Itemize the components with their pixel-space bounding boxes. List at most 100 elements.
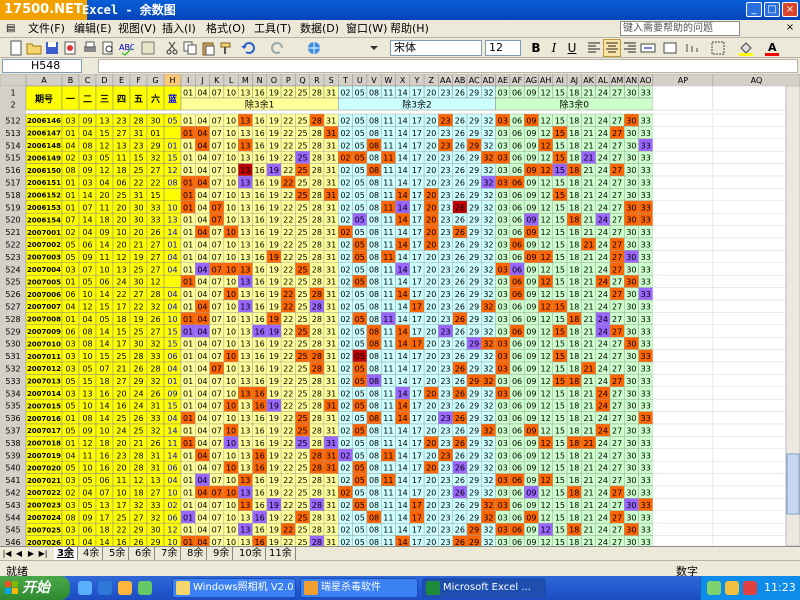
menu-format[interactable]: 格式(O)	[206, 22, 245, 36]
menu-view[interactable]: 视图(V)	[118, 22, 156, 36]
empty-cell[interactable]	[652, 163, 714, 177]
permission-icon[interactable]	[62, 40, 78, 56]
align-right-icon[interactable]	[622, 40, 638, 56]
empty-cell[interactable]	[652, 522, 714, 536]
align-left-icon[interactable]	[586, 40, 602, 56]
cut-icon[interactable]	[164, 40, 180, 56]
copy-icon[interactable]	[182, 40, 198, 56]
empty-cell[interactable]	[652, 150, 714, 164]
empty-cell[interactable]	[652, 324, 714, 338]
quicklaunch-app-icon[interactable]	[138, 581, 152, 595]
prev-sheet-icon[interactable]: ◀	[14, 547, 24, 560]
empty-cell[interactable]	[652, 436, 714, 450]
empty-cell[interactable]	[652, 349, 714, 363]
menu-help[interactable]: 帮助(H)	[390, 22, 429, 36]
empty-cell[interactable]	[652, 274, 714, 288]
redo-icon[interactable]	[270, 40, 286, 56]
hyperlink-icon[interactable]	[306, 40, 322, 56]
empty-cell[interactable]	[652, 200, 714, 214]
formula-input[interactable]	[98, 59, 798, 73]
quicklaunch-ie-icon[interactable]	[98, 581, 112, 595]
task-antivirus[interactable]: 瑞星杀毒软件	[300, 578, 418, 598]
menu-edit[interactable]: 编辑(E)	[74, 22, 112, 36]
empty-cell[interactable]	[652, 237, 714, 251]
empty-cell[interactable]	[652, 287, 714, 301]
bold-button[interactable]: B	[528, 40, 544, 56]
empty-cell[interactable]	[652, 212, 714, 226]
print-preview-icon[interactable]	[100, 40, 116, 56]
sheet-tab[interactable]: 3余	[54, 547, 78, 560]
empty-cell[interactable]	[652, 498, 714, 512]
sheet-tab[interactable]: 11余	[266, 547, 296, 560]
merge-center-icon[interactable]	[640, 40, 656, 56]
empty-cell[interactable]	[652, 473, 714, 487]
empty-cell[interactable]	[652, 386, 714, 400]
workbook-close-icon[interactable]: ×	[784, 22, 796, 34]
options-icon[interactable]	[366, 40, 382, 56]
empty-cell[interactable]	[652, 299, 714, 313]
empty-cell[interactable]	[652, 460, 714, 474]
undo-icon[interactable]	[240, 40, 256, 56]
empty-cell[interactable]	[652, 250, 714, 264]
menu-file[interactable]: 文件(F)	[28, 22, 65, 36]
menu-data[interactable]: 数据(D)	[300, 22, 339, 36]
task-excel[interactable]: Microsoft Excel ...	[422, 578, 546, 598]
task-camera[interactable]: Windows照相机 V2.0	[172, 578, 296, 598]
select-all-corner[interactable]	[0, 74, 27, 87]
empty-cell[interactable]	[652, 374, 714, 388]
percent-style-icon[interactable]	[662, 40, 678, 56]
menu-window[interactable]: 窗口(W)	[346, 22, 387, 36]
fill-color-icon[interactable]	[738, 40, 754, 56]
format-painter-icon[interactable]	[218, 40, 234, 56]
italic-button[interactable]: I	[546, 40, 562, 56]
align-center-icon[interactable]	[603, 39, 621, 57]
tray-volume-icon[interactable]	[725, 581, 739, 595]
close-button[interactable]: ×	[782, 2, 798, 17]
underline-button[interactable]: U	[564, 40, 580, 56]
empty-cell[interactable]	[652, 411, 714, 425]
draw-number-cell[interactable]	[163, 274, 182, 288]
maximize-button[interactable]: □	[764, 2, 780, 17]
save-icon[interactable]	[44, 40, 60, 56]
sheet-tab[interactable]: 5余	[106, 547, 130, 560]
first-sheet-icon[interactable]: |◀	[2, 547, 12, 560]
sheet-tab[interactable]: 7余	[158, 547, 182, 560]
open-folder-icon[interactable]	[26, 40, 42, 56]
font-color-icon[interactable]: A	[764, 40, 780, 56]
empty-cell[interactable]	[652, 398, 714, 412]
empty-cell[interactable]	[652, 361, 714, 375]
menu-insert[interactable]: 插入(I)	[162, 22, 196, 36]
empty-cell[interactable]	[652, 85, 714, 111]
empty-cell[interactable]	[652, 312, 714, 326]
scrollbar-thumb[interactable]	[786, 453, 800, 515]
empty-cell[interactable]	[652, 510, 714, 524]
worksheet-grid[interactable]: A B C D E F G H I J K L M N O P Q R S T U V W X Y Z AA AB AC AD AE AF AG…	[0, 74, 800, 546]
spelling-icon[interactable]: ABC	[118, 40, 136, 56]
empty-cell[interactable]	[652, 448, 714, 462]
empty-cell[interactable]	[652, 262, 714, 276]
new-file-icon[interactable]	[8, 40, 24, 56]
empty-cell[interactable]	[652, 535, 714, 546]
empty-cell[interactable]	[652, 336, 714, 350]
empty-cell[interactable]	[652, 188, 714, 202]
quicklaunch-media-icon[interactable]	[118, 581, 132, 595]
tray-network-icon[interactable]	[707, 581, 721, 595]
font-size-select[interactable]: 12	[485, 40, 521, 56]
borders-icon[interactable]	[710, 40, 726, 56]
draw-number-cell[interactable]	[163, 188, 182, 202]
next-sheet-icon[interactable]: ▶	[26, 547, 36, 560]
sheet-tab[interactable]: 10余	[236, 547, 266, 560]
font-name-select[interactable]: 宋体	[390, 40, 482, 56]
empty-cell[interactable]	[652, 225, 714, 239]
last-sheet-icon[interactable]: ▶|	[38, 547, 48, 560]
sheet-tab[interactable]: 4余	[80, 547, 104, 560]
empty-cell[interactable]	[652, 113, 714, 127]
empty-cell[interactable]	[652, 175, 714, 189]
help-search-input[interactable]: 键入需要帮助的问题	[620, 21, 740, 36]
empty-cell[interactable]	[652, 423, 714, 437]
sheet-tab[interactable]: 6余	[132, 547, 156, 560]
tray-antivirus-icon[interactable]	[743, 581, 757, 595]
increase-decimal-icon[interactable]	[684, 40, 700, 56]
menu-icon[interactable]: ▤	[6, 22, 15, 36]
minimize-button[interactable]: _	[746, 2, 762, 17]
